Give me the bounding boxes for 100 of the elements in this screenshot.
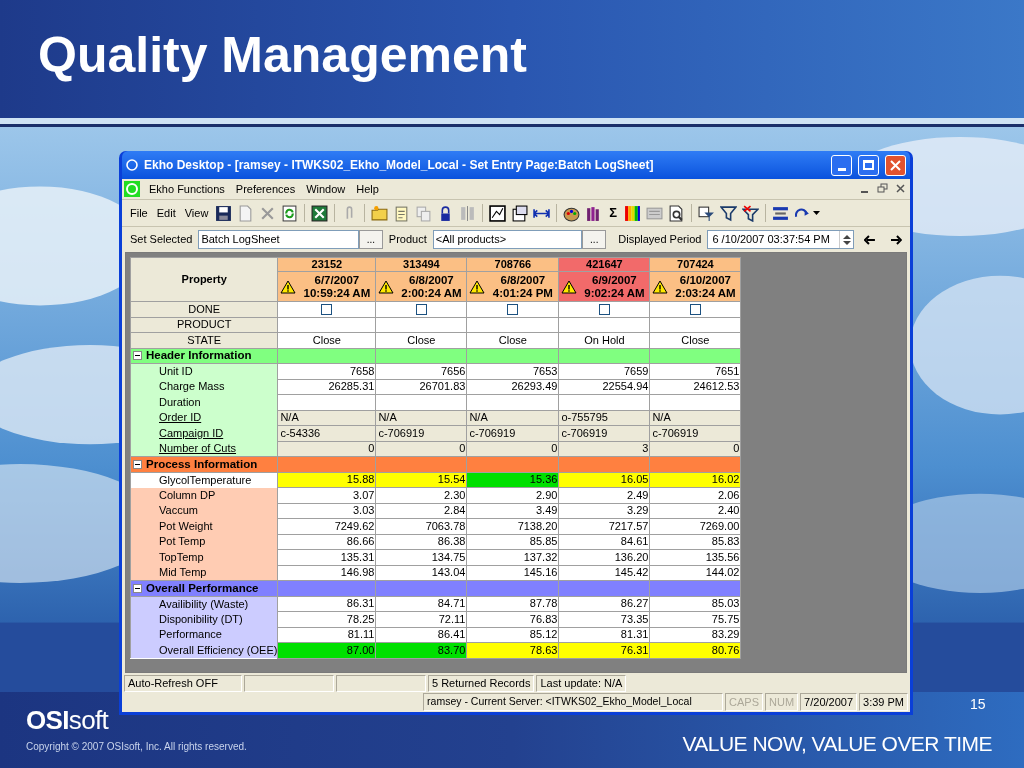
window-title: Ekho Desktop - [ramsey - ITWKS02_Ekho_Model_Local - Set Entry Page:Batch LogSheet] (144, 157, 655, 174)
property-label: TopTemp (159, 550, 204, 563)
section-header[interactable]: Process Information (130, 456, 741, 472)
close-button[interactable] (885, 154, 906, 176)
menu-item[interactable]: Ekho Functions (144, 180, 230, 198)
properties-icon[interactable] (511, 204, 529, 222)
caret-icon[interactable] (813, 210, 821, 216)
layout-icon[interactable] (772, 204, 790, 222)
property-label: Mid Temp (159, 566, 207, 578)
status-text: 7/20/2007 (800, 693, 858, 711)
field-value: 6 /10/2007 03:37:54 PM (711, 232, 831, 248)
column-header[interactable]: 708766 (466, 257, 559, 272)
column-header[interactable]: 421647 (558, 257, 650, 272)
warning-icon (280, 279, 297, 294)
spin-icon[interactable] (839, 231, 854, 248)
status-text: NUM (765, 693, 799, 711)
menu-item[interactable]: File (127, 204, 151, 222)
folder-icon[interactable] (371, 204, 389, 222)
status-text: CAPS (725, 693, 764, 711)
minimize-button[interactable] (831, 154, 852, 176)
slide-title: Quality Management (38, 30, 527, 85)
close-icon[interactable] (894, 183, 908, 195)
property-link[interactable]: Campaign ID (159, 426, 224, 439)
checkbox[interactable] (598, 304, 610, 316)
sigma-icon[interactable]: Σ (606, 203, 621, 223)
table-filter-icon[interactable] (698, 204, 716, 222)
timestamp-label: 6/7/2007 10:59:24 AM (302, 273, 372, 300)
property-label: Pot Weight (159, 519, 213, 532)
section-header[interactable]: Overall Performance (130, 580, 741, 596)
section-title: Overall Performance (146, 581, 259, 595)
section-title: Process Information (146, 457, 258, 471)
timestamp-label: 6/8/2007 4:01:24 PM (491, 273, 554, 300)
company-logo: OSIsoft (26, 707, 110, 733)
close-icon (890, 159, 901, 171)
menu-item[interactable]: Help (351, 180, 384, 198)
input-field[interactable]: Batch LogSheet (198, 230, 359, 249)
collapse-icon[interactable] (133, 583, 142, 593)
field-label: Product (388, 232, 427, 248)
chart-icon[interactable] (489, 204, 507, 222)
maximize-icon (863, 160, 874, 170)
browse-button[interactable]: ... (358, 230, 383, 249)
status-text: Auto-Refresh OFF (124, 675, 242, 692)
collapse-icon[interactable] (133, 351, 142, 361)
field-label: Displayed Period (618, 232, 702, 248)
property-label: Disponibility (DT) (159, 612, 243, 625)
timestamp-label: 6/9/2007 9:02:24 AM (583, 273, 646, 300)
property-label: Performance (159, 628, 222, 641)
filter-clear-icon[interactable] (742, 204, 760, 222)
menu-item[interactable]: Edit (153, 204, 179, 222)
menu-item[interactable]: Preferences (230, 180, 301, 198)
property-label: Pot Temp (159, 535, 206, 548)
section-title: Header Information (146, 349, 252, 363)
menu-item[interactable]: View (181, 204, 212, 222)
column-header[interactable]: 23152 (277, 257, 376, 272)
back-arrow-icon[interactable] (864, 234, 877, 245)
property-label: GlycolTemperature (159, 473, 252, 486)
restore-icon[interactable] (876, 183, 890, 195)
floppy-icon[interactable] (215, 204, 233, 222)
collapse-icon[interactable] (133, 459, 142, 469)
spreadsheet-icon[interactable] (311, 204, 329, 222)
column-header[interactable]: 313494 (375, 257, 467, 272)
property-label: Charge Mass (159, 380, 225, 393)
status-text: Last update: N/A (536, 675, 627, 692)
maximize-button[interactable] (858, 154, 879, 176)
warning-icon (561, 279, 578, 294)
menu-item[interactable]: Window (301, 180, 351, 198)
tagline: VALUE NOW, VALUE OVER TIME (682, 733, 992, 754)
property-label: Unit ID (159, 365, 193, 377)
minimize-icon (837, 167, 846, 171)
property-label: Vaccum (159, 504, 198, 517)
warning-icon (652, 279, 669, 294)
checkbox[interactable] (321, 304, 333, 316)
copyright-text: Copyright © 2007 OSIsoft, Inc. All rights reserved. (26, 740, 247, 754)
timestamp-label: 6/8/2007 2:00:24 AM (400, 273, 463, 300)
status-text: 5 Returned Records (428, 675, 535, 692)
property-link[interactable]: Number of Cuts (159, 442, 237, 454)
input-field[interactable]: <All products> (432, 230, 583, 249)
warning-icon (378, 279, 395, 294)
checkbox[interactable] (415, 304, 427, 316)
filter-icon[interactable] (720, 204, 738, 222)
browse-button[interactable]: ... (582, 230, 607, 249)
property-label: Duration (159, 395, 201, 408)
status-text: ramsey - Current Server: <ITWKS02_Ekho_Model_Local (423, 693, 724, 711)
app-logo-icon (124, 181, 140, 197)
forward-arrow-icon[interactable] (890, 234, 902, 245)
property-label: Column DP (159, 488, 216, 501)
checkbox[interactable] (507, 304, 519, 316)
property-link[interactable]: Order ID (159, 411, 202, 424)
checkbox[interactable] (689, 304, 701, 316)
column-header: Property (130, 257, 278, 302)
column-header[interactable]: 707424 (649, 257, 741, 272)
slide-number: 15 (970, 695, 986, 714)
date-time-field[interactable]: 6 /10/2007 03:37:54 PM (707, 230, 855, 249)
refresh-icon[interactable] (281, 204, 299, 222)
property-label: Overall Efficiency (OEE) (159, 643, 278, 656)
rainbow-icon[interactable] (624, 204, 642, 222)
warning-icon (469, 279, 486, 294)
app-icon (126, 159, 138, 171)
timestamp-label: 6/10/2007 2:03:24 AM (674, 273, 737, 300)
field-label: Set Selected (130, 232, 193, 248)
